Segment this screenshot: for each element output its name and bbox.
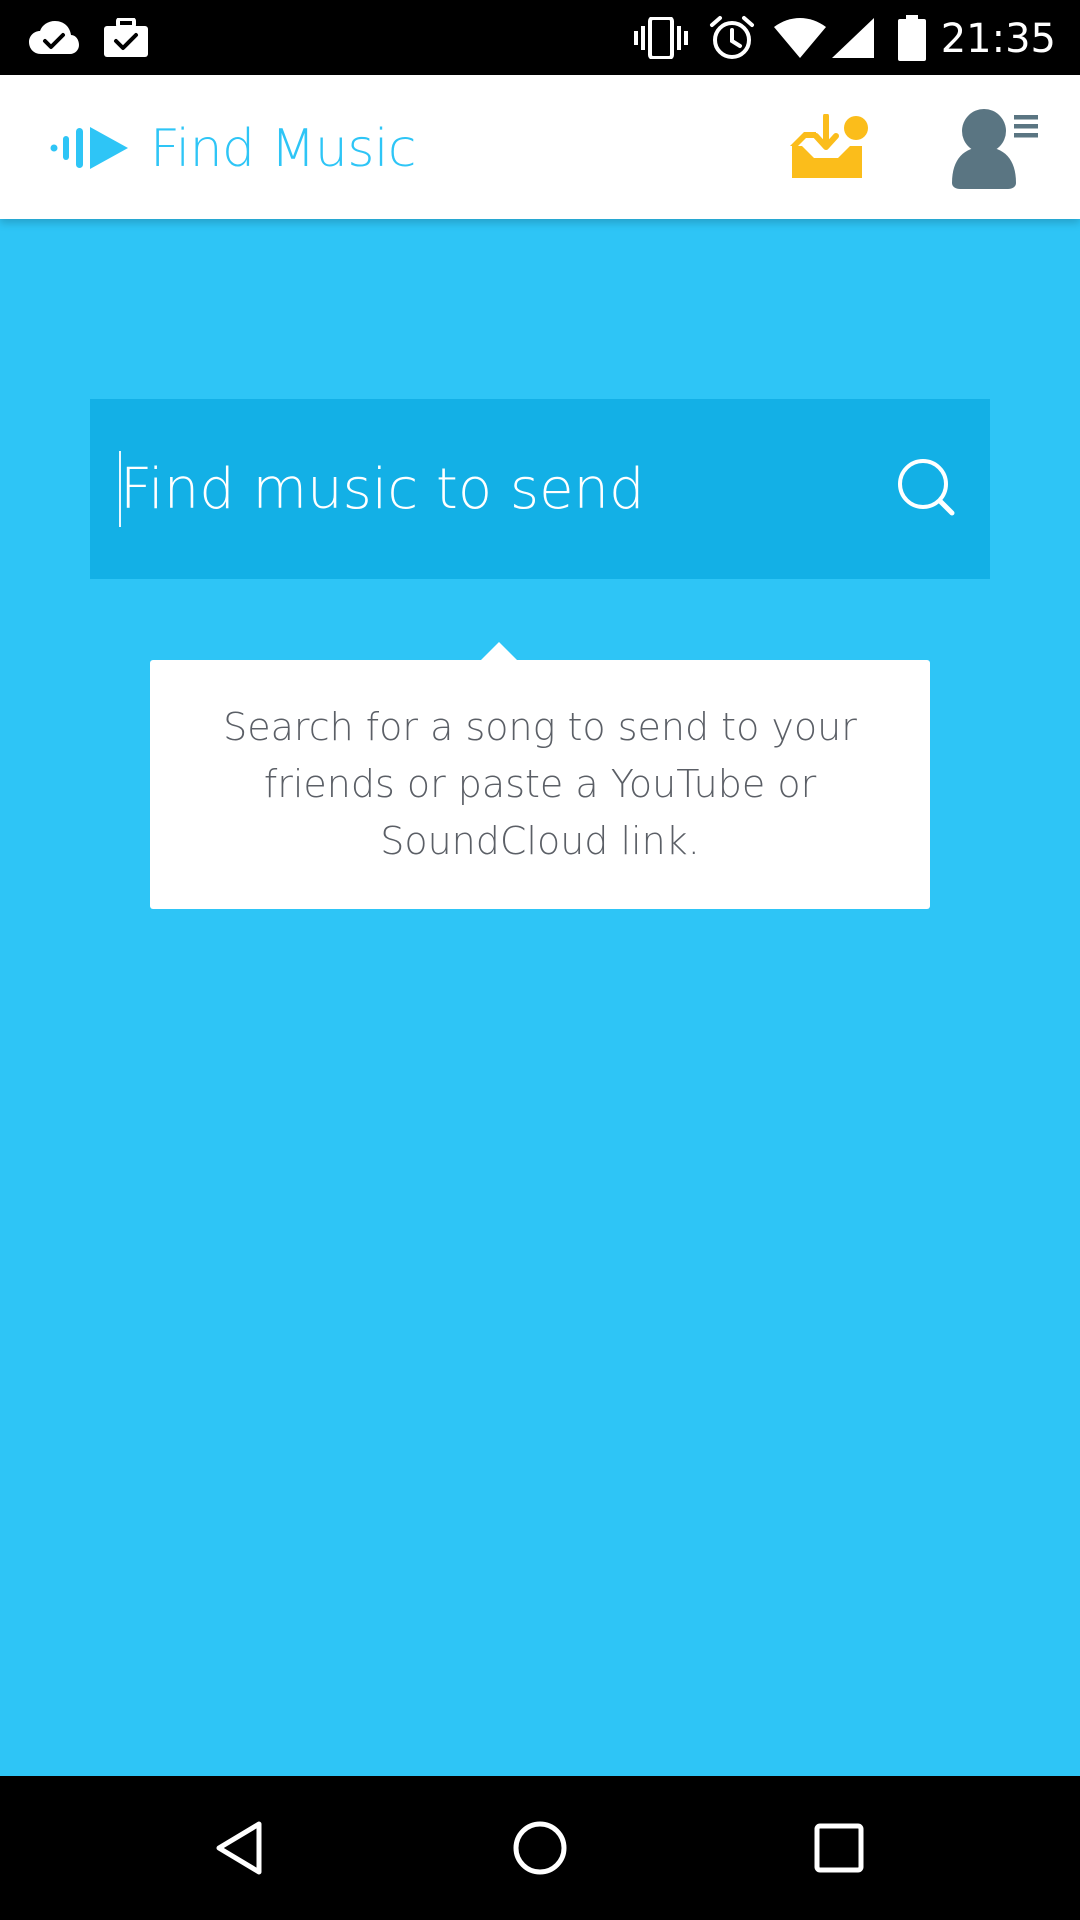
page-title: Find Music <box>150 119 417 179</box>
text-cursor <box>119 451 121 527</box>
search-icon[interactable] <box>892 454 962 524</box>
search-hint-tooltip: Search for a song to send to your friend… <box>150 660 930 909</box>
alarm-icon <box>708 0 756 75</box>
search-box <box>90 399 990 579</box>
back-button[interactable] <box>191 1798 291 1898</box>
cloud-check-icon <box>26 0 82 75</box>
recents-button[interactable] <box>789 1798 889 1898</box>
profile-menu-button[interactable] <box>940 97 1050 197</box>
profile-menu-icon <box>952 109 1038 189</box>
status-bar: 21:35 <box>0 0 1080 75</box>
briefcase-check-icon <box>102 0 150 75</box>
vibrate-icon <box>632 0 690 75</box>
app-bar: Find Music <box>0 75 1080 219</box>
battery-icon <box>896 0 928 75</box>
back-icon <box>216 1821 262 1875</box>
tooltip-arrow <box>481 642 517 660</box>
tooltip-text: Search for a song to send to your friend… <box>223 705 857 863</box>
play-wave-logo-icon <box>50 123 130 173</box>
search-input[interactable] <box>118 399 860 579</box>
home-icon <box>513 1821 567 1875</box>
navigation-bar <box>0 1776 1080 1920</box>
cell-signal-icon <box>830 0 876 75</box>
inbox-download-button[interactable] <box>780 105 880 195</box>
home-button[interactable] <box>490 1798 590 1898</box>
recents-icon <box>814 1823 864 1873</box>
inbox-download-icon <box>790 114 868 178</box>
status-time: 21:35 <box>940 16 1056 62</box>
wifi-icon <box>772 0 828 75</box>
